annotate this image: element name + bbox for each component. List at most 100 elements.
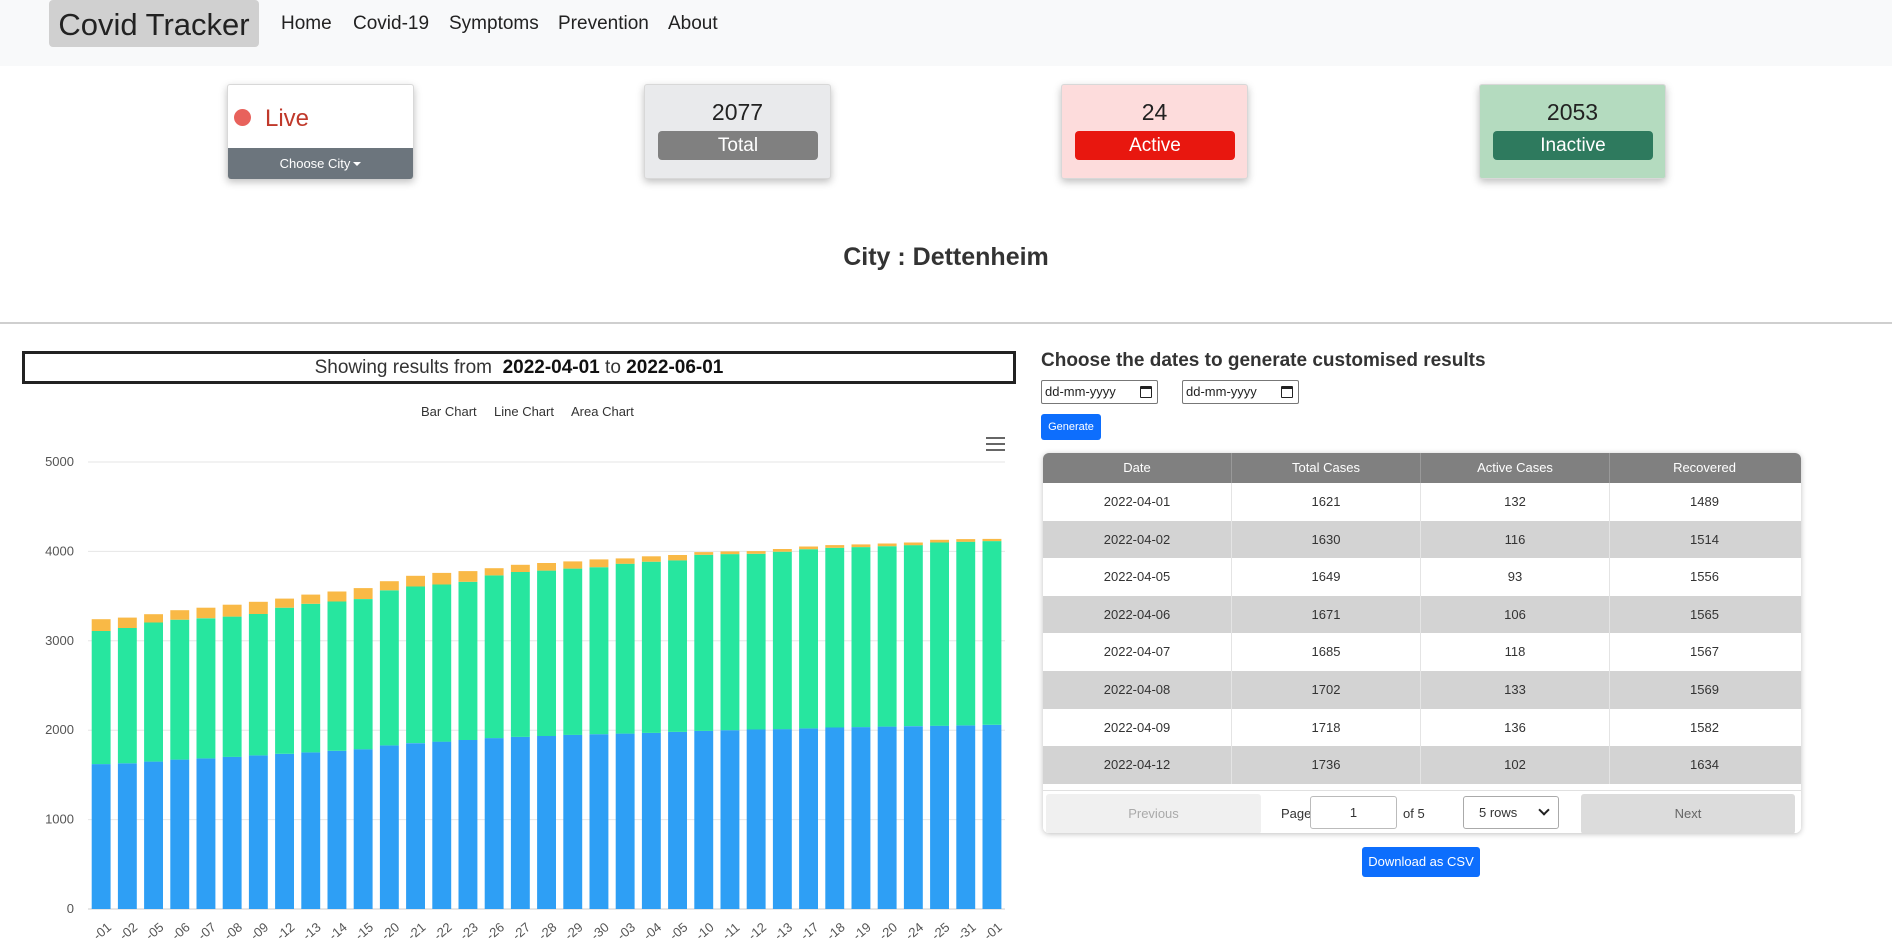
brand-logo[interactable]: Covid Tracker	[49, 0, 259, 47]
bar-segment-0[interactable]	[537, 736, 556, 909]
page-number-input[interactable]: 1	[1310, 796, 1397, 829]
nav-prevention[interactable]: Prevention	[558, 13, 649, 35]
bar-segment-1[interactable]	[327, 601, 347, 751]
bar-segment-1[interactable]	[877, 546, 897, 727]
bar-segment-0[interactable]	[720, 730, 740, 909]
tab-bar-chart[interactable]: Bar Chart	[421, 404, 477, 419]
bar-segment-2[interactable]	[799, 546, 818, 550]
nav-home[interactable]: Home	[281, 13, 332, 35]
bar-segment-0[interactable]	[982, 724, 1002, 909]
nav-about[interactable]: About	[668, 13, 718, 35]
bar-segment-1[interactable]	[641, 561, 661, 733]
bar-segment-2[interactable]	[379, 581, 399, 591]
bar-segment-1[interactable]	[275, 607, 294, 754]
bar-segment-1[interactable]	[248, 614, 268, 756]
bar-segment-2[interactable]	[930, 539, 949, 543]
bar-segment-0[interactable]	[248, 755, 268, 909]
bar-segment-0[interactable]	[694, 730, 714, 909]
bar-segment-2[interactable]	[746, 551, 766, 554]
next-button[interactable]: Next	[1581, 794, 1795, 833]
bar-segment-2[interactable]	[956, 539, 976, 542]
bar-segment-0[interactable]	[668, 732, 687, 909]
calendar-icon[interactable]	[1281, 386, 1293, 398]
bar-segment-0[interactable]	[930, 725, 949, 909]
bar-segment-2[interactable]	[720, 551, 740, 555]
bar-segment-0[interactable]	[196, 758, 216, 909]
bar-segment-1[interactable]	[668, 560, 687, 732]
bar-segment-2[interactable]	[694, 552, 714, 555]
header-date[interactable]: Date	[1043, 453, 1232, 483]
bar-segment-0[interactable]	[877, 726, 897, 909]
bar-segment-0[interactable]	[563, 734, 583, 909]
bar-segment-2[interactable]	[144, 614, 163, 623]
bar-segment-0[interactable]	[799, 728, 818, 909]
bar-segment-2[interactable]	[301, 594, 321, 604]
bar-segment-2[interactable]	[537, 563, 556, 571]
bar-segment-2[interactable]	[91, 619, 111, 631]
bar-segment-0[interactable]	[117, 763, 137, 909]
rows-per-page-select[interactable]: 5 rows	[1463, 796, 1559, 829]
previous-button[interactable]: Previous	[1046, 794, 1261, 833]
bar-segment-0[interactable]	[379, 745, 399, 909]
bar-segment-0[interactable]	[956, 725, 976, 910]
start-date-input[interactable]: dd-mm-yyyy	[1041, 380, 1158, 404]
bar-segment-0[interactable]	[589, 734, 609, 909]
bar-segment-1[interactable]	[510, 572, 530, 737]
bar-segment-1[interactable]	[458, 581, 478, 740]
bar-segment-1[interactable]	[746, 553, 766, 730]
bar-segment-2[interactable]	[510, 564, 530, 572]
bar-segment-0[interactable]	[222, 756, 242, 909]
bar-segment-1[interactable]	[91, 631, 111, 765]
bar-segment-0[interactable]	[170, 759, 190, 909]
bar-segment-2[interactable]	[432, 572, 452, 585]
bar-segment-2[interactable]	[275, 598, 294, 608]
bar-segment-1[interactable]	[222, 616, 242, 757]
bar-segment-0[interactable]	[432, 741, 452, 909]
bar-segment-2[interactable]	[117, 617, 137, 628]
bar-segment-1[interactable]	[903, 545, 923, 727]
tab-line-chart[interactable]: Line Chart	[494, 404, 554, 419]
bar-segment-1[interactable]	[956, 541, 976, 726]
end-date-input[interactable]: dd-mm-yyyy	[1182, 380, 1299, 404]
bar-segment-2[interactable]	[248, 601, 268, 614]
bar-segment-2[interactable]	[458, 571, 478, 582]
bar-segment-2[interactable]	[772, 549, 792, 552]
bar-segment-0[interactable]	[301, 752, 321, 909]
bar-segment-2[interactable]	[563, 561, 583, 569]
bar-segment-2[interactable]	[668, 555, 687, 561]
bar-segment-1[interactable]	[432, 584, 452, 742]
header-total-cases[interactable]: Total Cases	[1232, 453, 1421, 483]
bar-segment-0[interactable]	[903, 726, 923, 909]
bar-segment-0[interactable]	[825, 727, 845, 910]
bar-segment-2[interactable]	[903, 542, 923, 546]
bar-segment-0[interactable]	[851, 727, 871, 909]
bar-segment-2[interactable]	[589, 559, 609, 568]
bar-segment-2[interactable]	[353, 588, 373, 599]
bar-segment-0[interactable]	[772, 729, 792, 909]
bar-segment-2[interactable]	[170, 610, 190, 620]
bar-segment-2[interactable]	[484, 568, 504, 576]
bar-segment-1[interactable]	[589, 567, 609, 735]
bar-segment-1[interactable]	[825, 547, 845, 728]
bar-segment-2[interactable]	[982, 538, 1002, 542]
bar-segment-1[interactable]	[694, 554, 714, 731]
tab-area-chart[interactable]: Area Chart	[571, 404, 634, 419]
bar-segment-1[interactable]	[196, 618, 216, 759]
bar-segment-2[interactable]	[641, 556, 661, 562]
bar-segment-0[interactable]	[484, 738, 504, 909]
bar-segment-1[interactable]	[117, 627, 137, 764]
bar-segment-2[interactable]	[851, 544, 871, 548]
bar-segment-1[interactable]	[379, 590, 399, 746]
bar-segment-0[interactable]	[510, 736, 530, 909]
bar-segment-0[interactable]	[746, 729, 766, 910]
bar-segment-1[interactable]	[144, 622, 163, 762]
bar-segment-1[interactable]	[930, 542, 949, 726]
bar-segment-2[interactable]	[327, 591, 347, 602]
bar-segment-1[interactable]	[484, 575, 504, 739]
nav-covid-19[interactable]: Covid-19	[353, 13, 429, 35]
bar-segment-0[interactable]	[406, 743, 425, 909]
nav-symptoms[interactable]: Symptoms	[449, 13, 539, 35]
choose-city-dropdown[interactable]: Choose City	[228, 148, 413, 179]
bar-segment-0[interactable]	[91, 764, 111, 909]
bar-segment-1[interactable]	[799, 549, 818, 729]
